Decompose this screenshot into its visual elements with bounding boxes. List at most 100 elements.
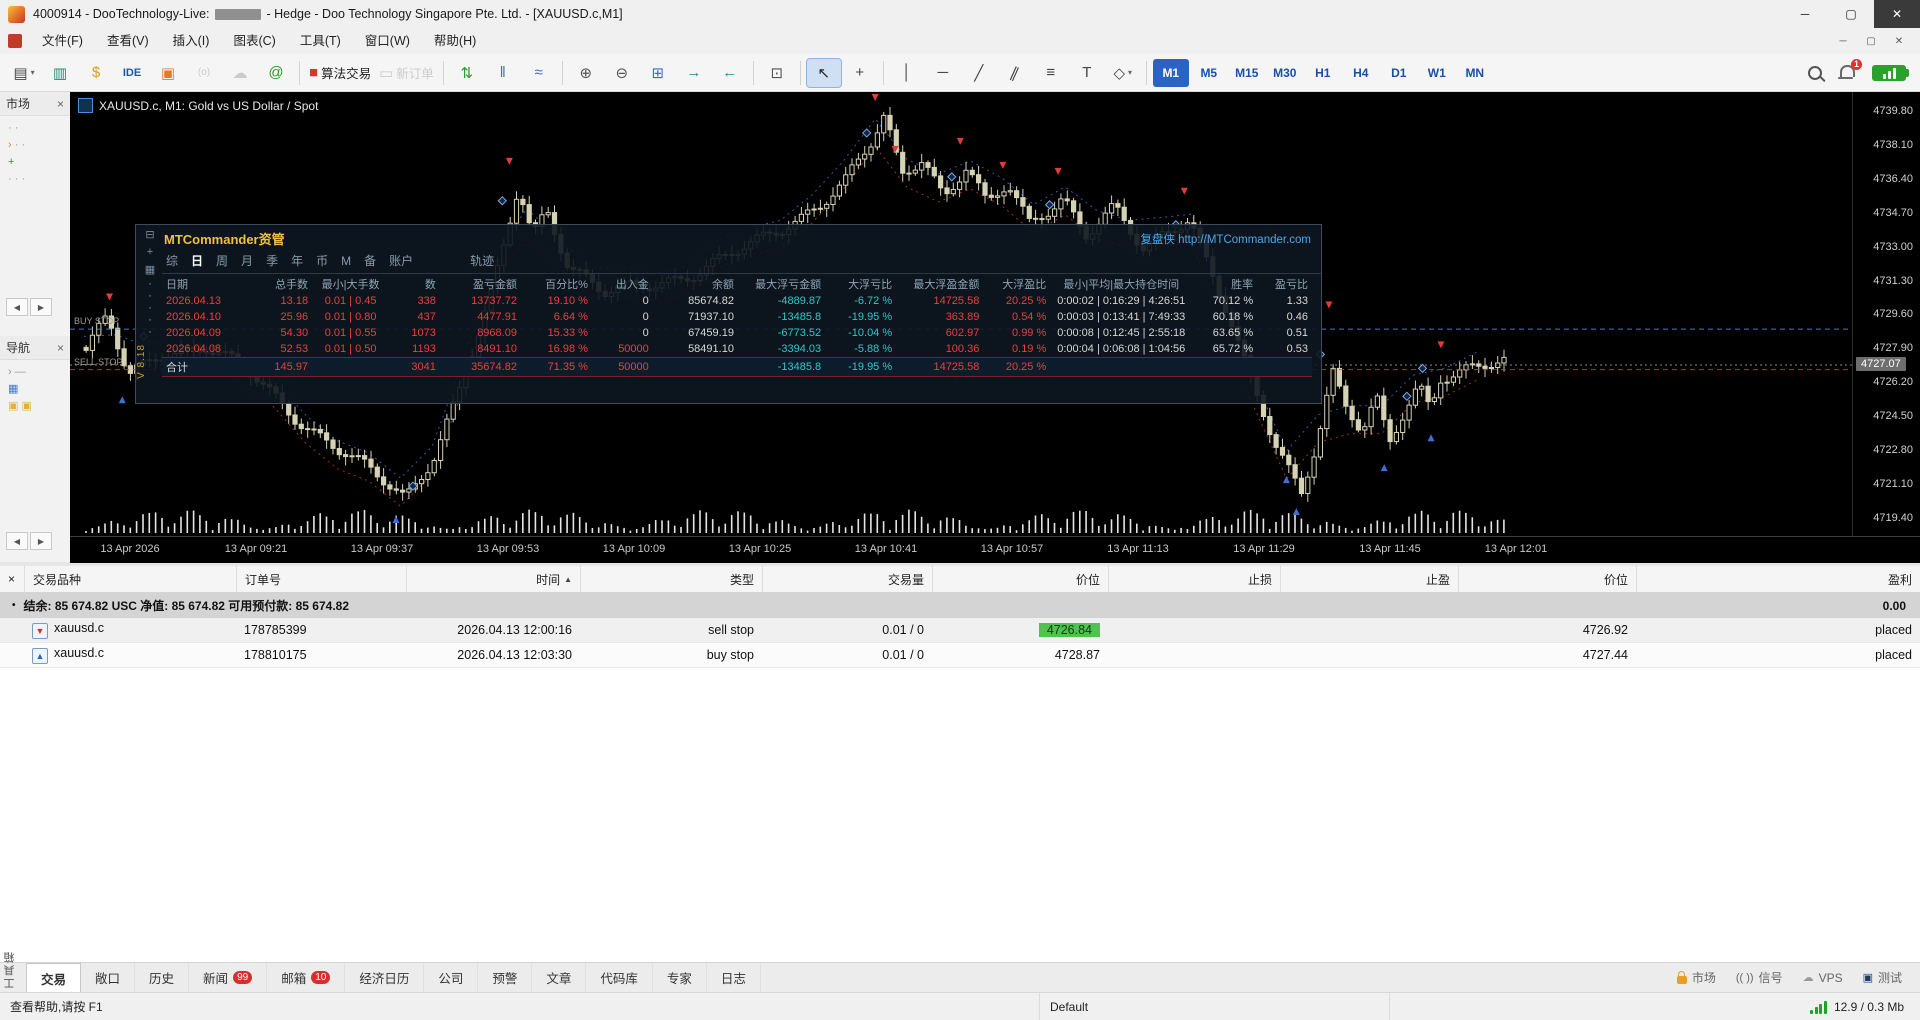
search-icon[interactable] [1808, 65, 1822, 80]
commander-data-row[interactable]: 2026.04.13 13.18 0.01 | 0.45 338 13737.72 19.… [162, 293, 1312, 309]
chart-type-button[interactable]: ▤ ▾ [7, 59, 41, 87]
indicators-folder-icon[interactable]: ▣ [8, 400, 18, 412]
crosshair-button[interactable]: + [843, 59, 877, 87]
ide-button[interactable]: IDE [115, 59, 149, 87]
menu-item-0[interactable]: 文件(F) [30, 28, 95, 54]
new-order-button[interactable]: ▭ 新订单 [376, 59, 437, 87]
commander-tab-7[interactable]: M [341, 254, 351, 268]
timeframe-h1-button[interactable]: H1 [1305, 59, 1341, 87]
algo-trading-button[interactable]: ■ 算法交易 [306, 59, 374, 87]
bottom-tab-4[interactable]: 邮箱 10 [267, 963, 346, 992]
screenshot-button[interactable]: ⊡ [760, 59, 794, 87]
status-profile[interactable]: Default [1040, 993, 1390, 1020]
panel-gutter-icon[interactable]: ⊟ [145, 228, 154, 241]
trade-levels-button[interactable]: ⇅ [450, 59, 484, 87]
panel-gutter-icon[interactable]: ▦ [145, 263, 155, 276]
chart-minimize-button[interactable]: ─ [1830, 31, 1856, 51]
market-watch-button[interactable]: $ [79, 59, 113, 87]
test-status[interactable]: ▣ 测试 [1863, 969, 1902, 986]
add-symbol-icon[interactable]: + [8, 156, 14, 168]
menu-item-6[interactable]: 帮助(H) [422, 28, 488, 54]
close-button[interactable]: ✕ [1874, 0, 1920, 28]
signal-status[interactable]: (( )) 信号 [1736, 969, 1783, 986]
accounts-icon[interactable]: ▦ [8, 383, 18, 395]
tile-windows-button[interactable]: ⊞ [641, 59, 675, 87]
cloud-button[interactable]: ☁ [223, 59, 257, 87]
trendline-button[interactable]: ╱ [962, 59, 996, 87]
trade-col-3[interactable]: 类型 [580, 566, 762, 592]
toolbox-close-icon[interactable]: × [0, 566, 24, 592]
channel-button[interactable]: ∥ [998, 59, 1032, 87]
tick-chart-button[interactable]: ≈ [522, 59, 556, 87]
menu-item-1[interactable]: 查看(V) [95, 28, 161, 54]
order-row[interactable]: ▲ xauusd.c 178810175 2026.04.13 12:03:30 buy… [0, 643, 1920, 668]
panel-gutter-icon[interactable]: + [147, 246, 153, 258]
bottom-tab-11[interactable]: 日志 [707, 963, 761, 992]
time-axis[interactable]: 13 Apr 2026 13 Apr 09:21 13 Apr 09:37 13 Ap… [70, 536, 1920, 563]
trade-col-0[interactable]: 交易品种 [24, 566, 236, 592]
trade-col-2[interactable]: 时间 ▲ [406, 566, 580, 592]
deposit-button[interactable]: ▣ [151, 59, 185, 87]
trade-col-4[interactable]: 交易量 [762, 566, 932, 592]
menu-item-3[interactable]: 图表(C) [221, 28, 287, 54]
trade-col-5[interactable]: 价位 [932, 566, 1108, 592]
text-button[interactable]: T [1070, 59, 1104, 87]
commander-data-row[interactable]: 2026.04.08 52.53 0.01 | 0.50 1193 8491.10 16.… [162, 341, 1312, 358]
chart-tab-scroll-right-button[interactable]: ▶ [30, 532, 52, 550]
commander-tab-1[interactable]: 日 [191, 252, 203, 269]
market-watch-close-icon[interactable]: × [57, 97, 64, 111]
commander-tab-4[interactable]: 季 [266, 252, 278, 269]
zoom-in-button[interactable]: ⊕ [569, 59, 603, 87]
commander-tab-8[interactable]: 备 [364, 252, 376, 269]
toolbox-vertical-label[interactable]: 工具箱 [2, 950, 18, 989]
commander-tab-9[interactable]: 账户 [389, 252, 413, 269]
menu-item-4[interactable]: 工具(T) [288, 28, 353, 54]
timeframe-d1-button[interactable]: D1 [1381, 59, 1417, 87]
commander-data-row[interactable]: 2026.04.10 25.96 0.01 | 0.80 437 4477.91 6.64… [162, 309, 1312, 325]
chart-window-icon[interactable] [8, 34, 22, 48]
auto-scroll-button[interactable]: → [677, 59, 711, 87]
chart-tab-scroll-left-button[interactable]: ◀ [6, 532, 28, 550]
timeframe-h4-button[interactable]: H4 [1343, 59, 1379, 87]
volumes-button[interactable]: ‖ [486, 59, 520, 87]
bottom-tab-6[interactable]: 公司 [424, 963, 479, 992]
commander-tab-2[interactable]: 周 [216, 252, 228, 269]
zoom-out-button[interactable]: ⊖ [605, 59, 639, 87]
commander-tab-6[interactable]: 币 [316, 252, 328, 269]
commander-tab-0[interactable]: 综 [166, 252, 178, 269]
bottom-tab-7[interactable]: 预警 [478, 963, 533, 992]
notifications-bell-icon[interactable]: 1 [1838, 58, 1862, 82]
commander-tab-extra[interactable]: 轨迹 [470, 252, 494, 269]
timeframe-m1-button[interactable]: M1 [1152, 58, 1189, 87]
trade-col-8[interactable]: 价位 [1458, 566, 1636, 592]
market-status[interactable]: 市场 [1676, 969, 1716, 986]
experts-folder-icon[interactable]: ▣ [21, 400, 31, 412]
minimize-button[interactable]: ─ [1782, 0, 1828, 28]
timeframe-m5-button[interactable]: M5 [1191, 59, 1227, 87]
community-button[interactable]: @ [259, 59, 293, 87]
timeframe-w1-button[interactable]: W1 [1419, 59, 1455, 87]
bottom-tab-8[interactable]: 文章 [532, 963, 587, 992]
menu-item-2[interactable]: 插入(I) [161, 28, 222, 54]
maximize-button[interactable]: ▢ [1828, 0, 1874, 28]
shapes-button[interactable]: ◇ ▾ [1106, 59, 1140, 87]
bottom-tab-1[interactable]: 敞口 [81, 963, 136, 992]
trade-col-1[interactable]: 订单号 [236, 566, 406, 592]
mtcommander-panel[interactable]: ⊟ + ▦ ▪ ▪ ▪ ▪ ▪ MTCommander资管 复盘侠 http://MTComm… [135, 224, 1322, 404]
bottom-tab-2[interactable]: 历史 [135, 963, 190, 992]
bottom-tab-5[interactable]: 经济日历 [345, 963, 425, 992]
timeframe-mn-button[interactable]: MN [1457, 59, 1493, 87]
price-scale[interactable]: 4739.80 4738.10 4736.40 4734.70 4733.00 4731.… [1852, 92, 1920, 536]
market-scroll-right-button[interactable]: ▶ [30, 298, 52, 316]
fibonacci-button[interactable]: ≡ [1034, 59, 1068, 87]
order-row[interactable]: ▼ xauusd.c 178785399 2026.04.13 12:00:16 sel… [0, 618, 1920, 643]
navigator-close-icon[interactable]: × [57, 341, 64, 355]
mtcommander-link[interactable]: 复盘侠 http://MTCommander.com [1140, 231, 1311, 247]
mtcommander-gutter[interactable]: ⊟ + ▦ ▪ ▪ ▪ ▪ ▪ [139, 228, 161, 336]
bottom-tab-0[interactable]: 交易 [26, 962, 82, 993]
chart-shift-button[interactable]: ← [713, 59, 747, 87]
new-chart-button[interactable]: ▥ [43, 59, 77, 87]
timeframe-m15-button[interactable]: M15 [1229, 59, 1265, 87]
bottom-tab-10[interactable]: 专家 [653, 963, 707, 992]
vertical-line-button[interactable]: │ [890, 59, 924, 87]
